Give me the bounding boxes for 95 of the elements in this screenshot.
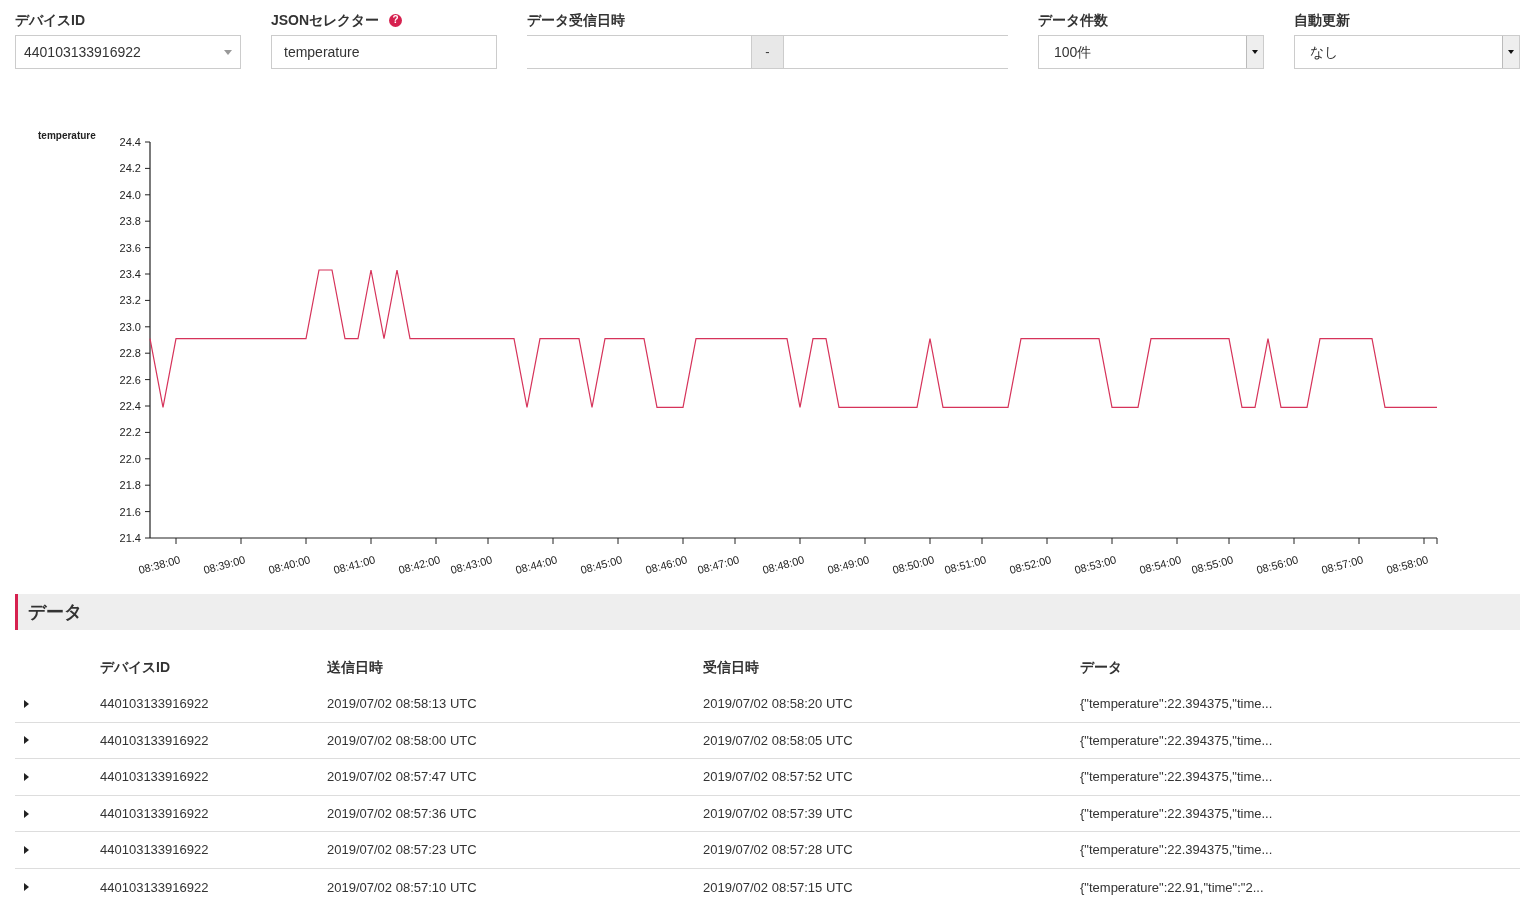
field-label: JSONセレクター — [271, 10, 380, 30]
table-cell-text: 440103133916922 — [100, 878, 210, 897]
caret-icon — [224, 49, 232, 55]
y-tick-label: 24.4 — [119, 136, 141, 148]
expand-arrow-icon[interactable] — [24, 883, 29, 892]
table-cell-text: 2019/07/02 08:58:20 UTC — [703, 695, 854, 714]
table-cell-text: 440103133916922 — [100, 804, 210, 823]
y-tick-label: 23.6 — [119, 241, 141, 254]
table-cell-text: 2019/07/02 08:58:00 UTC — [327, 731, 478, 750]
end-date-field[interactable] — [784, 35, 1008, 69]
x-tick-label: 08:48:00 — [761, 553, 806, 576]
table-cell-text: {"temperature":22.394375,"time... — [1080, 768, 1274, 787]
table-row[interactable]: 440103133916922 2019/07/02 08:57:47 UTC 2019/07/02 08:57:52 UTC {"temperature":22.394375,"time... — [15, 759, 1520, 796]
caret-icon — [1508, 50, 1514, 54]
y-tick-label: 22.0 — [119, 452, 141, 465]
expand-arrow-icon[interactable] — [24, 699, 29, 708]
table-cell-text: 2019/07/02 08:57:47 UTC — [327, 768, 478, 787]
table-row[interactable]: 440103133916922 2019/07/02 08:58:13 UTC 2019/07/02 08:58:20 UTC {"temperature":22.394375,"time... — [15, 686, 1520, 723]
x-tick-label: 08:54:00 — [1138, 553, 1183, 576]
y-tick-label: 21.4 — [119, 532, 141, 544]
x-tick-label: 08:53:00 — [1073, 553, 1118, 576]
start-date-field[interactable] — [527, 35, 751, 69]
device-select[interactable]: 440103133916922 — [15, 35, 241, 69]
selector-field[interactable]: temperature — [271, 35, 497, 69]
table-row[interactable]: 440103133916922 2019/07/02 08:57:36 UTC 2019/07/02 08:57:39 UTC {"temperature":22.394375,"time... — [15, 795, 1520, 833]
caret-icon — [1252, 50, 1258, 54]
field-label: デバイスID — [15, 10, 85, 30]
axis-title: temperature — [38, 130, 96, 141]
table-cell-text: 2019/07/02 08:57:36 UTC — [327, 804, 478, 823]
column-header: データ — [1080, 658, 1123, 677]
x-tick-label: 08:42:00 — [397, 553, 442, 576]
field-label: データ件数 — [1038, 10, 1108, 30]
x-tick-label: 08:45:00 — [579, 553, 624, 576]
table-cell-text: 2019/07/02 08:57:39 UTC — [703, 804, 854, 823]
table-row[interactable]: 440103133916922 2019/07/02 08:58:00 UTC 2019/07/02 08:58:05 UTC {"temperature":22.394375,"time... — [15, 722, 1520, 760]
y-tick-label: 21.6 — [119, 505, 141, 518]
table-row[interactable]: 440103133916922 2019/07/02 08:57:23 UTC 2019/07/02 08:57:28 UTC {"temperature":22.394375,"time... — [15, 832, 1520, 869]
y-tick-label: 24.2 — [119, 162, 141, 175]
y-tick-label: 23.0 — [119, 320, 141, 333]
x-tick-label: 08:39:00 — [202, 553, 247, 576]
x-tick-label: 08:49:00 — [826, 553, 871, 576]
table-cell-text: 2019/07/02 08:57:10 UTC — [327, 878, 478, 897]
column-header: 受信日時 — [703, 658, 760, 677]
x-tick-label: 08:55:00 — [1190, 553, 1235, 576]
table-cell-text: 2019/07/02 08:57:52 UTC — [703, 768, 854, 787]
table-cell-text: 2019/07/02 08:57:23 UTC — [327, 841, 478, 860]
expand-arrow-icon[interactable] — [24, 736, 29, 745]
dropdown[interactable]: 100件 — [1038, 35, 1264, 69]
table-cell-text: {"temperature":22.394375,"time... — [1080, 731, 1274, 750]
column-header: デバイスID — [100, 658, 171, 677]
field-label: データ受信日時 — [527, 10, 625, 30]
column-header: 送信日時 — [327, 658, 384, 677]
y-tick-label: 22.2 — [119, 426, 141, 439]
x-tick-label: 08:57:00 — [1320, 553, 1365, 576]
expand-arrow-icon[interactable] — [24, 773, 29, 781]
table-cell-text: {"temperature":22.394375,"time... — [1080, 804, 1274, 823]
x-tick-label: 08:38:00 — [137, 553, 182, 576]
x-tick-label: 08:56:00 — [1255, 553, 1300, 576]
y-tick-label: 24.0 — [119, 188, 141, 201]
x-tick-label: 08:47:00 — [696, 553, 741, 576]
y-tick-label: 21.8 — [119, 479, 141, 492]
x-tick-label: 08:51:00 — [943, 553, 988, 576]
table-cell-text: 440103133916922 — [100, 731, 210, 750]
x-tick-label: 08:46:00 — [644, 553, 689, 576]
field-label: 自動更新 — [1294, 10, 1350, 30]
x-tick-label: 08:43:00 — [449, 553, 494, 576]
dropdown[interactable]: なし — [1294, 35, 1520, 69]
x-tick-label: 08:50:00 — [891, 553, 936, 576]
table-cell-text: 440103133916922 — [100, 768, 210, 787]
x-tick-label: 08:44:00 — [514, 553, 559, 576]
x-tick-label: 08:52:00 — [1008, 553, 1053, 576]
range-separator: - — [751, 35, 784, 69]
y-tick-label: 23.8 — [119, 215, 141, 228]
help-icon[interactable]: ? — [389, 13, 403, 27]
table-cell-text: 440103133916922 — [100, 841, 210, 860]
table-cell-text: 2019/07/02 08:57:15 UTC — [703, 878, 854, 897]
x-tick-label: 08:41:00 — [332, 553, 377, 576]
expand-arrow-icon[interactable] — [24, 846, 29, 855]
table-cell-text: {"temperature":22.394375,"time... — [1080, 695, 1274, 714]
x-tick-label: 08:40:00 — [267, 553, 312, 576]
y-tick-label: 22.6 — [119, 373, 141, 386]
table-cell-text: 440103133916922 — [100, 695, 210, 714]
section-title: データ — [28, 600, 82, 624]
y-tick-label: 22.8 — [119, 347, 141, 360]
expand-arrow-icon[interactable] — [24, 809, 29, 818]
y-tick-label: 23.4 — [119, 268, 141, 280]
table-row[interactable]: 440103133916922 2019/07/02 08:57:10 UTC 2019/07/02 08:57:15 UTC {"temperature":22.91,"time":"2... — [15, 868, 1520, 905]
table-cell-text: 2019/07/02 08:58:05 UTC — [703, 731, 854, 750]
x-tick-label: 08:58:00 — [1385, 553, 1430, 576]
y-tick-label: 23.2 — [119, 294, 141, 307]
table-cell-text: {"temperature":22.91,"time":"2... — [1080, 878, 1265, 897]
table-cell-text: 2019/07/02 08:58:13 UTC — [327, 695, 478, 714]
y-tick-label: 22.4 — [119, 400, 141, 412]
table-cell-text: 2019/07/02 08:57:28 UTC — [703, 841, 854, 860]
table-cell-text: {"temperature":22.394375,"time... — [1080, 841, 1274, 860]
